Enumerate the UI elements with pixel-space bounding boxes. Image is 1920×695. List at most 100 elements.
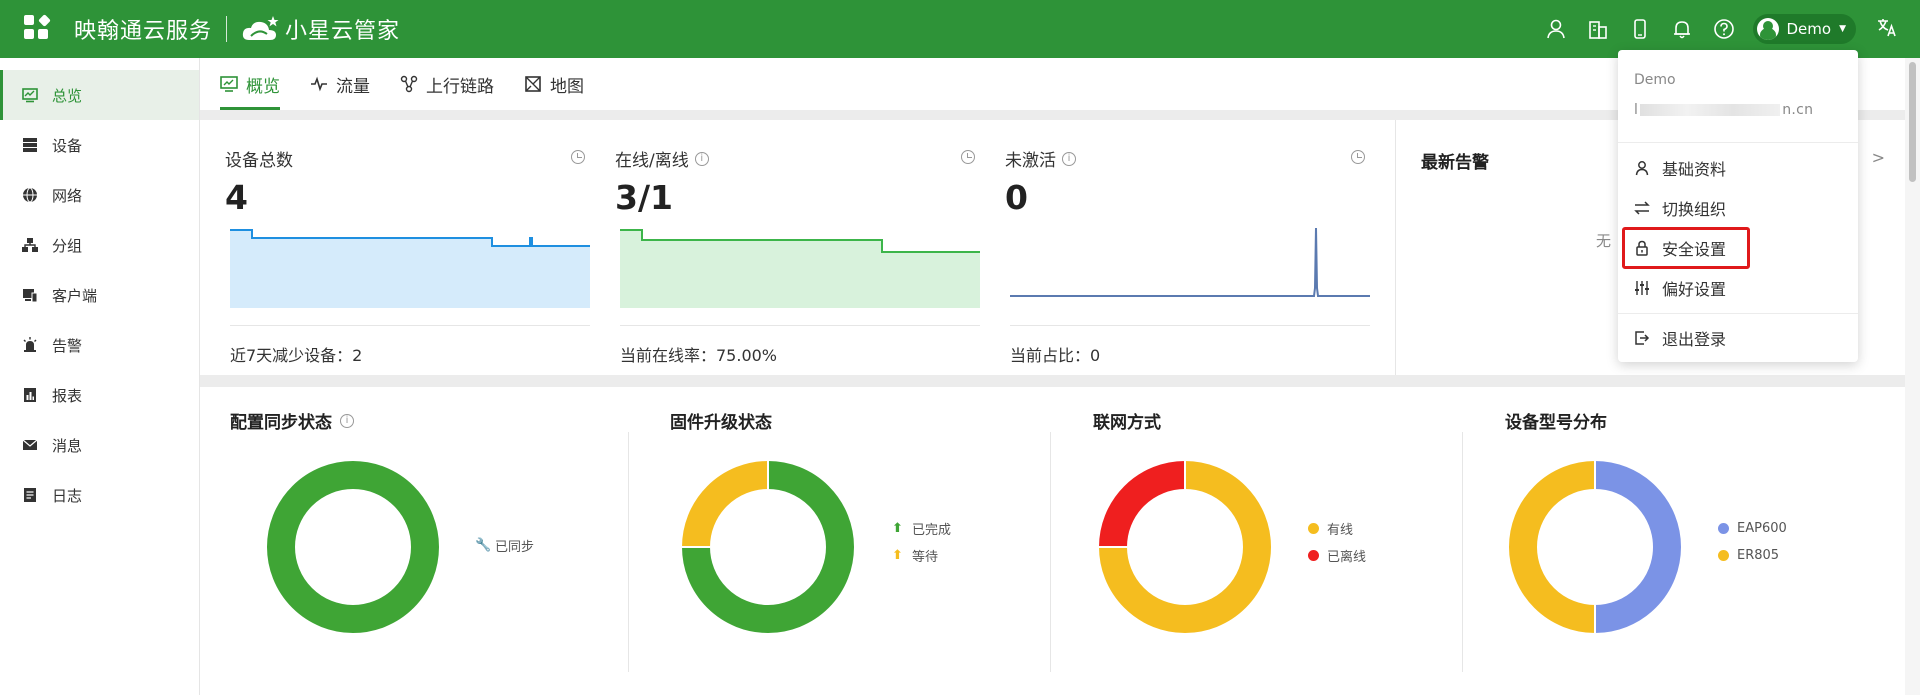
help-icon[interactable] — [1713, 18, 1735, 40]
chart-firmware-upgrade: 固件升级状态 ⬆ 已完成 ⬆ 等待 — [670, 387, 1070, 695]
menu-item-logout[interactable]: 退出登录 — [1634, 323, 1726, 353]
stat-title: 未激活 — [1005, 151, 1056, 171]
organization-icon[interactable] — [1587, 18, 1609, 40]
legend-label: EAP600 — [1737, 521, 1787, 536]
monitor-chart-icon — [220, 75, 238, 93]
sidebar-item-label: 告警 — [52, 336, 83, 355]
tab-overview[interactable]: 概览 — [220, 58, 280, 110]
donut-slice-1[interactable] — [1099, 461, 1186, 548]
scrollbar-thumb[interactable] — [1909, 62, 1916, 182]
sliders-icon — [1634, 280, 1650, 296]
arrow-up-icon: ⬆ — [892, 521, 903, 536]
cloud-star-logo-icon — [242, 16, 279, 40]
sidebar-item-network[interactable]: 网络 — [0, 170, 199, 220]
stat-card-online: 在线/离线 i 3/1 当前在线率：75.00% — [615, 120, 980, 375]
clock-icon[interactable] — [961, 150, 975, 164]
legend-item[interactable]: ⬆ 等待 — [892, 542, 951, 569]
chart-legend: ⬆ 已完成 ⬆ 等待 — [892, 515, 951, 569]
sidebar-item-message[interactable]: 消息 — [0, 420, 199, 470]
sidebar-item-alarm[interactable]: 告警 — [0, 320, 199, 370]
user-menu-button[interactable]: Demo ▼ — [1752, 14, 1856, 44]
dropdown-user-name: Demo — [1634, 72, 1676, 88]
donut-slice-0[interactable] — [1594, 461, 1681, 633]
mobile-icon[interactable] — [1629, 18, 1651, 40]
sidebar-item-overview[interactable]: 总览 — [0, 70, 199, 120]
legend-item[interactable]: 有线 — [1308, 515, 1366, 542]
email-redacted — [1640, 104, 1781, 116]
translate-icon[interactable] — [1876, 16, 1898, 43]
tab-label: 概览 — [246, 76, 280, 97]
donut-slice-0[interactable] — [267, 461, 439, 633]
sidebar-item-label: 网络 — [52, 186, 83, 205]
page-scrollbar[interactable] — [1905, 58, 1920, 695]
legend-label: 已离线 — [1327, 550, 1367, 565]
alarm-icon — [22, 337, 38, 353]
legend-dot — [1718, 550, 1729, 561]
group-icon — [22, 237, 38, 253]
report-icon — [22, 387, 38, 403]
sparkline-online — [620, 229, 980, 308]
sidebar-item-client[interactable]: 客户端 — [0, 270, 199, 320]
legend-item[interactable]: 🔧 已同步 — [475, 532, 534, 559]
stat-card-total: 设备总数 4 近7天减少设备：2 — [225, 120, 590, 375]
apps-grid-icon[interactable] — [24, 14, 52, 43]
menu-item-label: 偏好设置 — [1662, 280, 1727, 299]
clock-icon[interactable] — [1351, 150, 1365, 164]
map-icon — [524, 75, 542, 93]
tab-traffic[interactable]: 流量 — [310, 58, 370, 110]
info-icon[interactable]: i — [694, 151, 709, 166]
menu-item-switch-org[interactable]: 切换组织 — [1634, 193, 1726, 223]
donut-chart — [682, 461, 854, 633]
arrow-up-icon: ⬆ — [892, 548, 903, 563]
menu-item-label: 退出登录 — [1662, 330, 1727, 349]
sparkline-total — [230, 229, 590, 308]
donut-slice-1[interactable] — [682, 461, 769, 548]
tab-map[interactable]: 地图 — [524, 58, 584, 110]
mail-icon — [22, 437, 38, 453]
sidebar: 总览 设备 网络 分组 客户端 告警 报表 消息 日志 — [0, 58, 200, 695]
alerts-title: 最新告警 — [1421, 153, 1489, 173]
client-icon — [22, 287, 38, 303]
info-icon[interactable]: i — [1062, 151, 1076, 166]
sidebar-item-report[interactable]: 报表 — [0, 370, 199, 420]
menu-item-label: 基础资料 — [1662, 160, 1727, 179]
user-name: Demo — [1786, 20, 1832, 38]
legend-item[interactable]: 已离线 — [1308, 542, 1366, 569]
legend-label: 已完成 — [912, 523, 952, 538]
legend-item[interactable]: ⬆ 已完成 — [892, 515, 951, 542]
donut-slice-1[interactable] — [1509, 461, 1596, 633]
sidebar-item-label: 消息 — [52, 436, 83, 455]
bell-icon[interactable] — [1671, 18, 1693, 40]
tab-uplink[interactable]: 上行链路 — [400, 58, 494, 110]
product-name: 小星云管家 — [285, 19, 401, 44]
legend-dot — [1308, 523, 1319, 534]
sidebar-item-device[interactable]: 设备 — [0, 120, 199, 170]
legend-label: ER805 — [1737, 548, 1780, 563]
chart-legend: 有线 已离线 — [1308, 515, 1366, 569]
sidebar-item-log[interactable]: 日志 — [0, 470, 199, 520]
sidebar-item-label: 设备 — [52, 136, 83, 155]
brand-name: 映翰通云服务 — [74, 19, 213, 44]
chart-title: 固件升级状态 — [670, 413, 772, 433]
legend-item[interactable]: ER805 — [1718, 542, 1787, 569]
stat-value: 3/1 — [615, 178, 673, 217]
sidebar-item-group[interactable]: 分组 — [0, 220, 199, 270]
user-group-icon[interactable] — [1545, 18, 1567, 40]
legend-label: 等待 — [912, 550, 939, 565]
caret-down-icon: ▼ — [1839, 24, 1846, 34]
menu-item-basic-info[interactable]: 基础资料 — [1634, 153, 1726, 183]
alerts-more-link[interactable]: > — [1872, 148, 1885, 167]
menu-item-label: 切换组织 — [1662, 200, 1727, 219]
sidebar-item-label: 分组 — [52, 236, 83, 255]
legend-dot — [1308, 550, 1319, 561]
chart-connection-type: 联网方式 有线 已离线 — [1093, 387, 1483, 695]
legend-item[interactable]: EAP600 — [1718, 515, 1787, 542]
tab-label: 地图 — [550, 76, 584, 97]
info-icon[interactable]: i — [340, 413, 354, 428]
avatar — [1756, 18, 1779, 40]
menu-item-preferences[interactable]: 偏好设置 — [1634, 273, 1726, 303]
sidebar-item-label: 总览 — [52, 86, 83, 105]
switch-icon — [1634, 200, 1650, 216]
log-icon — [22, 487, 38, 503]
clock-icon[interactable] — [571, 150, 585, 164]
